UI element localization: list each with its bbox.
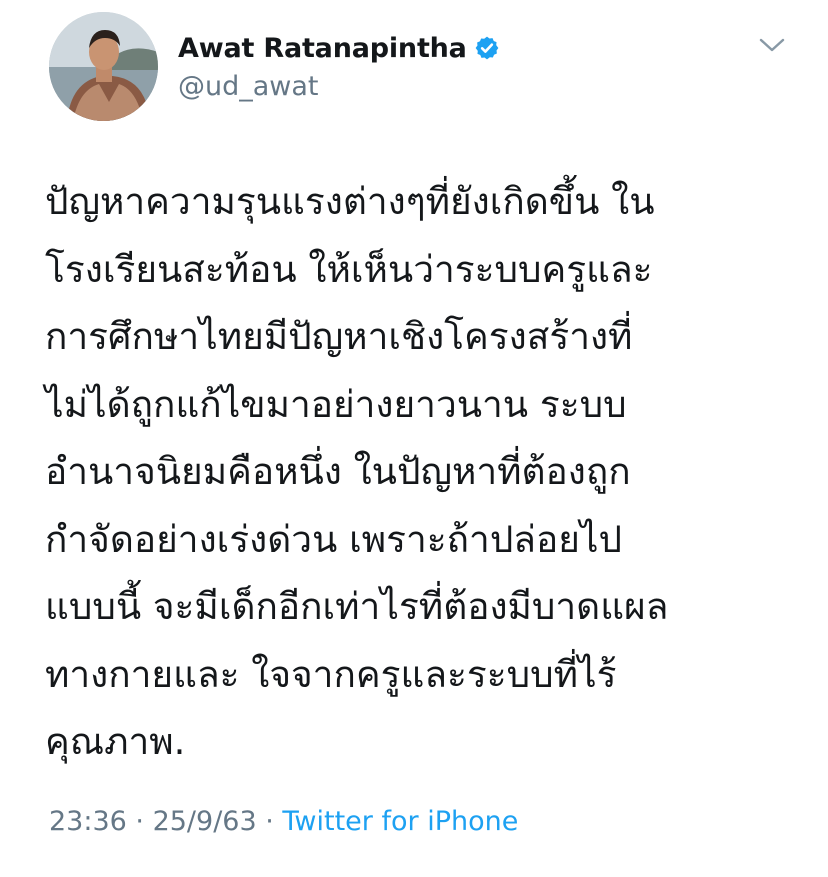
tweet-source-link[interactable]: Twitter for iPhone — [282, 806, 518, 837]
tweet-text-line: โรงเรียนสะท้อน ให้เห็นว่าระบบครูและ — [45, 247, 653, 291]
tweet-text-line: ไม่ได้ถูกแก้ไขมาอย่างยาวนาน ระบบ — [45, 382, 627, 426]
tweet-text-line: ทางกายและ ใจจากครูและระบบที่ไร้ — [45, 652, 617, 696]
tweet-meta: 23:36 · 25/9/63 · Twitter for iPhone — [49, 806, 518, 837]
tweet-text-line: กำจัดอย่างเร่งด่วน เพราะถ้าปล่อยไป — [45, 517, 622, 561]
tweet-text-line: แบบนี้ จะมีเด็กอีกเท่าไรที่ต้องมีบาดแผล — [45, 585, 669, 628]
author-display-name[interactable]: Awat Ratanapintha — [178, 33, 467, 64]
tweet-text: ปัญหาความรุนแรงต่างๆที่ยังเกิดขึ้น ใน โร… — [45, 168, 805, 776]
tweet-text-line: การศึกษาไทยมีปัญหาเชิงโครงสร้างที่ — [45, 315, 633, 358]
verified-badge-icon — [475, 36, 499, 60]
tweet-date[interactable]: 25/9/63 — [153, 806, 257, 837]
author-handle[interactable]: @ud_awat — [178, 71, 319, 102]
meta-separator: · — [126, 806, 153, 837]
tweet-text-line: คุณภาพ. — [45, 720, 186, 763]
tweet-card: Awat Ratanapintha @ud_awat ปัญหาความรุนแ… — [0, 0, 828, 877]
author-name-row[interactable]: Awat Ratanapintha — [178, 28, 500, 68]
tweet-text-line: ปัญหาความรุนแรงต่างๆที่ยังเกิดขึ้น ใน — [45, 180, 655, 223]
chevron-down-icon[interactable] — [758, 34, 786, 56]
avatar[interactable] — [49, 12, 158, 121]
tweet-text-line: อำนาจนิยมคือหนึ่ง ในปัญหาที่ต้องถูก — [45, 450, 631, 493]
avatar-photo — [49, 12, 158, 121]
tweet-time[interactable]: 23:36 — [49, 806, 127, 837]
meta-separator: · — [256, 806, 283, 837]
